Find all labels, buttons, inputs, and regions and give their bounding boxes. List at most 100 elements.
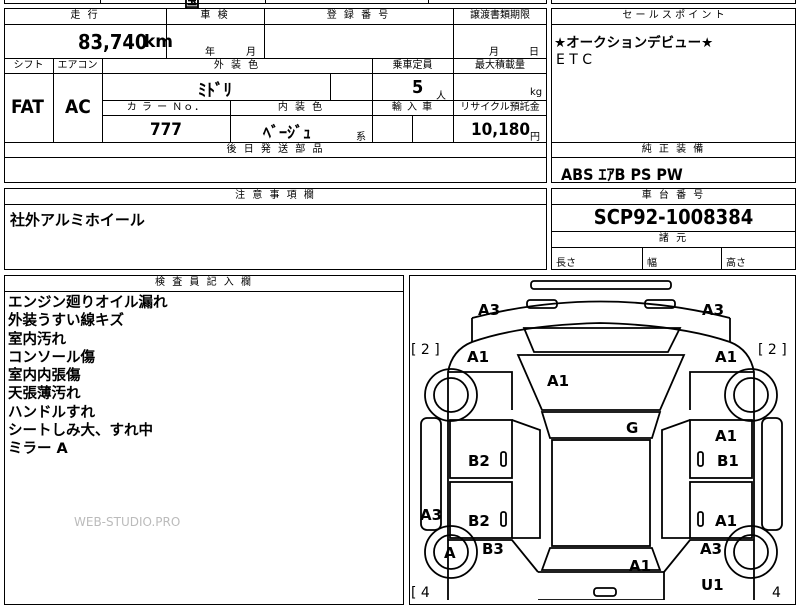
- inspector-notes: エンジン廻りオイル漏れ 外装うすい線キズ 室内汚れ コンソール傷 室内内張傷 天…: [8, 294, 168, 459]
- top-strip-divider: [265, 0, 266, 4]
- tire-bracket-rl: [ 4: [411, 585, 430, 600]
- equipment-value: ABS ｴｱB PS PW: [561, 165, 683, 184]
- inspector-note: 天張薄汚れ: [8, 386, 81, 403]
- rule: [4, 24, 547, 25]
- sales-point-label: セ ー ル ス ポ イ ン ト: [622, 10, 725, 21]
- recycle-label: リサイクル預託金: [460, 102, 540, 113]
- inspection-label: 車 検: [200, 10, 230, 21]
- front-bumper-slot: [530, 280, 672, 290]
- front-panel: [471, 318, 731, 344]
- inspector-note: コンソール傷: [8, 349, 95, 366]
- mark-quarter-left: B3: [482, 540, 504, 558]
- mark-hood: A1: [547, 372, 569, 390]
- rule: [551, 24, 796, 25]
- inspector-note: 室内汚れ: [8, 331, 66, 348]
- inspection-year-unit: 年: [205, 47, 215, 58]
- recycle-value: 10,180: [471, 120, 531, 140]
- mark-front-left: A3: [478, 301, 500, 319]
- inspector-note: ミラー A: [8, 441, 68, 458]
- max-load-label: 最大積載量: [475, 60, 525, 71]
- watermark: WEB-STUDIO.PRO: [74, 515, 181, 529]
- fender-left: [448, 371, 513, 410]
- inspector-label: 検 査 員 記 入 欄: [155, 277, 253, 288]
- grille: [522, 327, 682, 353]
- import-label: 輸 入 車: [391, 102, 434, 113]
- mark-rear-right: U1: [701, 576, 724, 594]
- shift-value: FAT: [11, 96, 44, 118]
- tire-bracket-fl: [ 2 ]: [411, 342, 440, 358]
- sales-point-line-2: E T C: [556, 52, 593, 68]
- top-strip-text: 国: [184, 0, 201, 11]
- fender-right: [689, 371, 754, 410]
- tire-bracket-rr: 4: [772, 585, 781, 600]
- mark-side-left: A3: [420, 506, 442, 524]
- aircon-label: エアコン: [57, 60, 98, 71]
- rule: [551, 157, 796, 158]
- wheel-rr-outer: [724, 525, 778, 579]
- front-bumper: [471, 300, 731, 319]
- capacity-value: 5: [412, 77, 424, 98]
- interior-color-label: 内 装 色: [277, 102, 325, 113]
- rule: [412, 115, 413, 142]
- handle-fl: [500, 451, 507, 467]
- sales-point-line-1: ★オークションデビュー★: [554, 35, 714, 51]
- registration-label: 登 録 番 号: [326, 10, 391, 21]
- rule: [551, 247, 796, 248]
- later-parts-label: 後 日 発 送 部 品: [226, 144, 325, 155]
- shift-label: シフト: [13, 60, 44, 71]
- rule: [4, 291, 404, 292]
- sales-point-box: [551, 8, 796, 143]
- color-no-value: 777: [150, 120, 182, 140]
- roof: [551, 439, 651, 547]
- exterior-color-label: 外 装 色: [213, 60, 261, 71]
- max-load-unit: kg: [530, 87, 543, 98]
- mileage-label: 走 行: [70, 10, 100, 21]
- wheel-fl-outer: [424, 368, 478, 422]
- rule: [330, 73, 331, 100]
- rule: [102, 115, 547, 116]
- inspector-note: シートしみ大、すれ中: [8, 423, 153, 440]
- transfer-label: 譲渡書類期限: [470, 10, 530, 21]
- exterior-color-value: ﾐﾄﾞﾘ: [198, 81, 232, 101]
- wheel-fr-inner: [733, 377, 769, 413]
- capacity-label: 乗車定員: [392, 60, 433, 71]
- handle-rr: [697, 511, 704, 527]
- recycle-unit: 円: [530, 132, 540, 143]
- mark-door-fr: A1: [715, 427, 737, 445]
- equipment-label: 純 正 装 備: [641, 144, 706, 155]
- aircon-value: AC: [65, 96, 91, 118]
- specs-height: 高さ: [726, 258, 746, 269]
- mark-fender-left: A1: [467, 348, 489, 366]
- inspector-note: ハンドルすれ: [8, 404, 95, 421]
- mark-trunk: A1: [629, 557, 651, 575]
- chassis-value: SCP92-1008384: [593, 205, 754, 229]
- pillar-left: [511, 419, 541, 539]
- mark-roof: G: [626, 419, 638, 437]
- mark-door-rl: B2: [468, 512, 490, 530]
- top-strip-divider: [428, 0, 429, 4]
- handle-fr: [697, 451, 704, 467]
- wheel-fr-outer: [724, 368, 778, 422]
- mark-door-rr: A1: [715, 512, 737, 530]
- specs-length: 長さ: [556, 258, 576, 269]
- handle-rl: [500, 511, 507, 527]
- specs-label: 諸 元: [658, 233, 689, 244]
- interior-color-suffix: 系: [356, 132, 366, 143]
- mark-quarter-right: A3: [700, 540, 722, 558]
- mark-door-fr-b: B1: [717, 452, 739, 470]
- mileage-value: 83,740: [78, 30, 148, 54]
- mark-wheel-rl: A: [444, 544, 456, 562]
- mark-front-right: A3: [702, 301, 724, 319]
- rule: [721, 247, 722, 270]
- rule: [4, 204, 547, 205]
- rule: [642, 247, 643, 270]
- rule: [4, 73, 547, 74]
- windshield: [540, 411, 662, 439]
- rear-light: [593, 587, 617, 597]
- wheel-fl-inner: [433, 377, 469, 413]
- hood: [516, 354, 686, 411]
- specs-width: 幅: [647, 258, 657, 269]
- top-strip: [4, 0, 547, 4]
- rule: [4, 157, 547, 158]
- inspector-note: 室内内張傷: [8, 368, 81, 385]
